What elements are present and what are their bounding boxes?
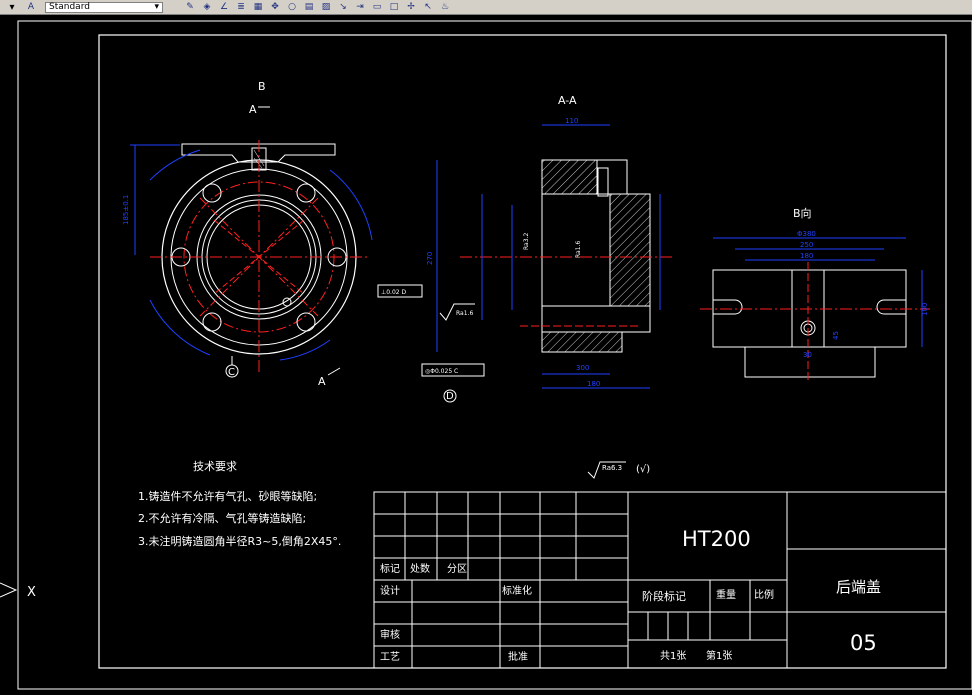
dim-300: 300 [576,364,589,372]
tb-stage-mark: 阶段标记 [642,589,686,603]
tb-pizhun: 批准 [508,650,528,663]
tb-sheji: 设计 [380,584,400,597]
view-b-label: B [258,80,266,93]
drawing-border [98,34,947,669]
toolbar: ▾ A Standard ▾ ✎ ◈ ∠ ≣ ▦ ✥ ○ ▤ ▨ ↘ ⇥ ▭ □… [0,0,972,15]
tech-req-title: 技术要求 [193,460,237,473]
hatch-icon[interactable]: ▨ [319,1,333,13]
eraser-icon[interactable]: ◈ [200,1,214,13]
grid-icon[interactable]: ▦ [251,1,265,13]
tb-shenhe: 审核 [380,628,400,641]
move-icon[interactable]: ✥ [268,1,282,13]
square-icon[interactable]: □ [387,1,401,13]
roughness-ra16-a: Ra1.6 [575,241,582,258]
angle-icon[interactable]: ∠ [217,1,231,13]
tech-req-2: 2.不允许有冷隔、气孔等铸造缺陷; [138,511,306,525]
view-b: B向 Φ380 250 180 100 30 45 [700,206,930,380]
drawing-canvas[interactable]: B A 185±0.1 C A A-A 110 300 180 270 Ra3.… [0,15,972,695]
tb-sheets-total: 共1张 [660,650,686,662]
view-b-title: B向 [793,206,812,220]
svg-text:185±0.1: 185±0.1 [122,195,130,225]
arrow-icon[interactable]: ↘ [336,1,350,13]
tol-frame-1: ⊥0.02 D [381,289,406,296]
title-material: HT200 [682,527,751,551]
ucs-x-label: X [27,585,36,600]
tech-req-1: 1.铸造件不允许有气孔、砂眼等缺陷; [138,489,317,503]
roughness-general-suffix: (√) [636,464,650,475]
dim-phi380: Φ380 [797,230,816,238]
tb-biaozhunhua: 标准化 [502,584,532,597]
dim-30: 30 [803,351,812,359]
fire-icon[interactable]: ♨ [438,1,452,13]
section-view: A-A 110 300 180 270 Ra3.2 Ra1.6 Ra1.6 ⊥0… [377,94,672,403]
section-mark-a-top: A [249,103,257,116]
circle-icon[interactable]: ○ [285,1,299,13]
arrow-icon[interactable]: ⇥ [353,1,367,13]
text-style-icon[interactable]: A [24,1,38,13]
text-style-value: Standard [49,2,90,12]
dim-180: 180 [587,380,600,388]
tb-biaoji: 标记 [380,563,400,575]
tb-scale: 比例 [754,588,774,601]
dim-45: 45 [832,331,840,340]
roughness-general: Ra6.3 [602,464,622,472]
tb-sheet-no: 第1张 [706,649,732,662]
roughness-ra32: Ra3.2 [523,233,530,250]
roughness-ra16-b: Ra1.6 [456,310,473,317]
title-part-name: 后端盖 [836,578,881,596]
front-view: B A 185±0.1 C A [122,80,373,388]
ucs-arrow-icon [0,582,18,598]
rect-icon[interactable]: ▭ [370,1,384,13]
text-style-select[interactable]: Standard ▾ [45,1,163,13]
section-title: A-A [558,94,577,107]
dim-110: 110 [565,117,578,125]
pin-icon[interactable]: ✢ [404,1,418,13]
tb-gongyi: 工艺 [380,651,400,663]
dim-250: 250 [800,241,813,249]
section-mark-a-bottom: A [318,375,326,388]
pointer-icon[interactable]: ↖ [421,1,435,13]
table-icon[interactable]: ▤ [302,1,316,13]
datum-d-label: D [446,391,454,402]
layer-dropdown-arrow[interactable]: ▾ [0,1,24,13]
dim-270: 270 [426,252,434,265]
tech-req-3: 3.未注明铸造圆角半径R3~5,倒角2X45°. [138,534,341,548]
tb-chushu: 处数 [410,562,430,575]
note-icon[interactable]: ≣ [234,1,248,13]
title-drawing-no: 05 [850,631,877,655]
dim-180b: 180 [800,252,813,260]
tb-fenqu: 分区 [447,563,467,575]
pencil-icon[interactable]: ✎ [183,1,197,13]
dim-100: 100 [921,303,929,316]
tb-weight: 重量 [716,588,736,601]
outer-frame [17,20,972,690]
tol-frame-2: ◎Φ0.025 C [425,368,458,375]
chevron-down-icon: ▾ [154,2,159,12]
